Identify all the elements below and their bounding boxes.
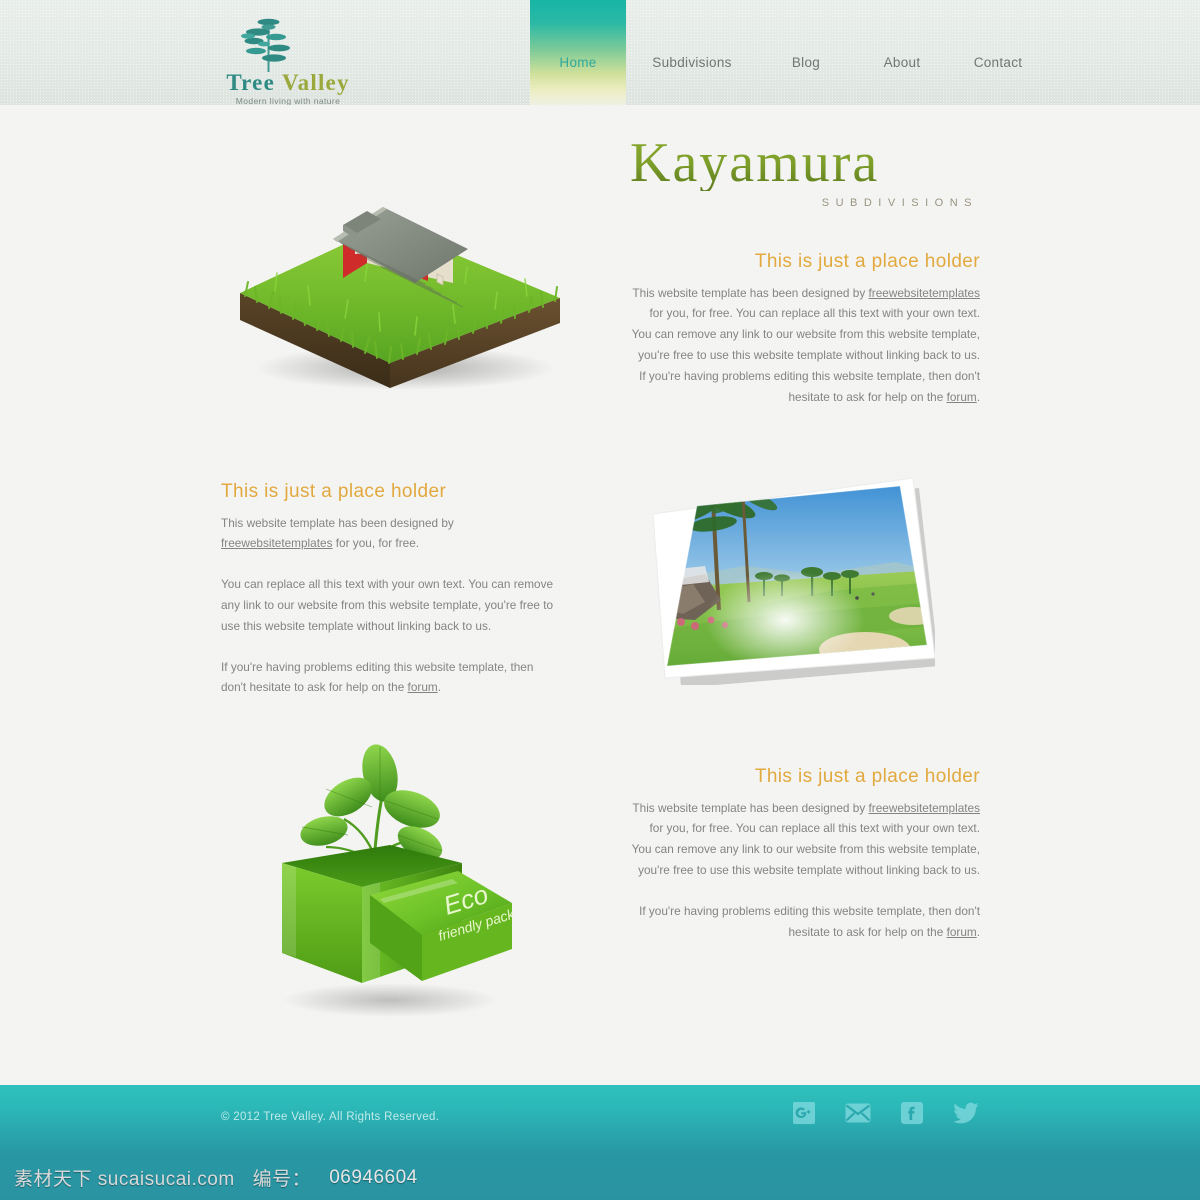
- nav-item-home[interactable]: Home: [530, 0, 626, 105]
- nav-item-label: Subdivisions: [652, 55, 732, 70]
- template-credit-link[interactable]: freewebsitetemplates: [221, 536, 332, 550]
- nav-item-contact[interactable]: Contact: [950, 0, 1046, 105]
- twitter-icon[interactable]: [953, 1100, 979, 1126]
- block-heading: This is just a place holder: [754, 251, 980, 272]
- block-heading: This is just a place holder: [221, 481, 447, 502]
- forum-link[interactable]: forum: [947, 390, 977, 404]
- nav-item-label: About: [883, 55, 921, 70]
- eco-friendly-pack-box-image: Eco friendly pack: [282, 744, 517, 1017]
- text-block-3: This is just a place holder This website …: [630, 765, 980, 942]
- block-heading: This is just a place holder: [754, 766, 980, 787]
- house-on-grass-image: [240, 207, 560, 390]
- nav-item-about[interactable]: About: [854, 0, 950, 105]
- golf-course-photo-image: [652, 477, 935, 685]
- block-paragraph: This website template has been designed …: [631, 285, 980, 404]
- block-paragraph: If you're having problems editing this w…: [639, 903, 980, 939]
- block-paragraph: This website template has been designed …: [631, 800, 980, 878]
- template-credit-link[interactable]: freewebsitetemplates: [869, 801, 980, 815]
- text-block-1: This is just a place holder This website …: [630, 250, 980, 407]
- stock-site-watermark: 素材天下 sucaisucai.com 编号： 06946604: [0, 1155, 1200, 1200]
- nav-item-subdivisions[interactable]: Subdivisions: [626, 0, 758, 105]
- watermark-id-label: 编号：: [252, 1169, 312, 1190]
- copyright-text: © 2012 Tree Valley. All Rights Reserved.: [221, 1111, 440, 1123]
- email-icon[interactable]: [845, 1100, 871, 1126]
- logo-wordmark: Tree Valley: [218, 70, 358, 96]
- tree-icon: [241, 18, 290, 72]
- text-block-2: This is just a place holder This website …: [221, 480, 561, 698]
- nav-item-label: Blog: [791, 55, 821, 70]
- social-links: [791, 1100, 979, 1126]
- nav-item-blog[interactable]: Blog: [758, 0, 854, 105]
- logo-tagline: Modern living with nature: [235, 96, 341, 105]
- site-logo[interactable]: Tree Valley Modern living with nature: [218, 14, 358, 105]
- template-credit-link[interactable]: freewebsitetemplates: [869, 286, 980, 300]
- facebook-icon[interactable]: [899, 1100, 925, 1126]
- main-content: Kayamura SUBDIVISIONS This is just a pla…: [0, 105, 1200, 1085]
- block-paragraph: This website template has been designed …: [221, 515, 454, 551]
- google-plus-icon[interactable]: [791, 1100, 817, 1126]
- nav-item-label: Home: [559, 55, 597, 70]
- site-header: Tree Valley Modern living with nature Ho…: [0, 0, 1200, 105]
- logo-word-secondary: Valley: [281, 70, 350, 95]
- block-paragraph: You can replace all this text with your …: [221, 577, 554, 633]
- block-paragraph: If you're having problems editing this w…: [221, 659, 534, 695]
- nav-item-label: Contact: [973, 55, 1023, 70]
- forum-link[interactable]: forum: [947, 925, 977, 939]
- logo-word-primary: Tree: [226, 70, 275, 95]
- page-title: Kayamura: [630, 135, 980, 191]
- forum-link[interactable]: forum: [408, 680, 438, 694]
- page-subtitle: SUBDIVISIONS: [821, 197, 978, 209]
- site-footer: © 2012 Tree Valley. All Rights Reserved.: [0, 1085, 1200, 1155]
- watermark-id-value: 06946604: [329, 1166, 418, 1188]
- watermark-site: 素材天下 sucaisucai.com: [14, 1169, 235, 1190]
